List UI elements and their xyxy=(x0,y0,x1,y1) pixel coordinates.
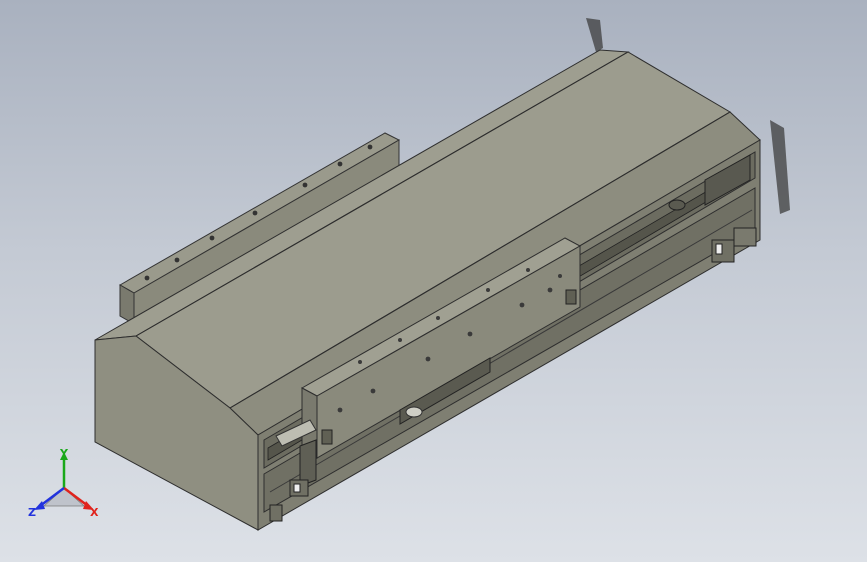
actuator-body xyxy=(94,49,761,531)
z-axis-label: Z xyxy=(28,506,36,519)
x-axis-label: X xyxy=(90,506,99,519)
orientation-triad[interactable]: Y X Z xyxy=(24,448,104,528)
y-axis-label: Y xyxy=(59,448,69,460)
linear-actuator-model[interactable] xyxy=(0,0,867,562)
3d-viewport[interactable]: Y X Z xyxy=(0,0,867,562)
